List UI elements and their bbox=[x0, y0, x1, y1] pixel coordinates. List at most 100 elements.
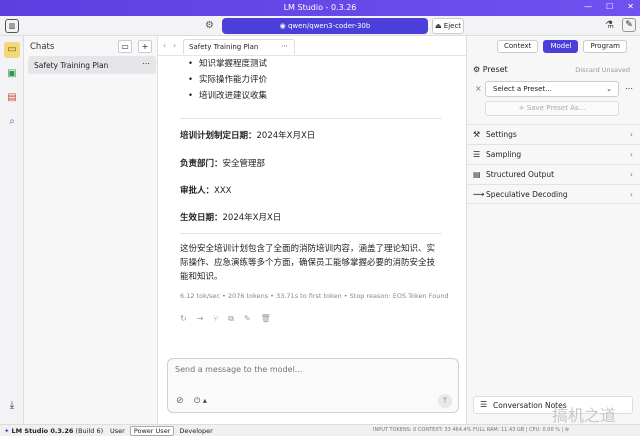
watermark: 搞机之道 bbox=[552, 406, 617, 425]
tab-label: Safety Training Plan bbox=[189, 43, 259, 51]
more-icon[interactable]: ⋯ bbox=[142, 59, 150, 68]
list-item: 实际操作能力评价 bbox=[188, 72, 267, 88]
section-sampling[interactable]: ☰ Sampling › bbox=[467, 144, 640, 164]
list-item: 知识掌握程度测试 bbox=[188, 56, 267, 72]
plugin-icon[interactable]: ⏻ ▴ bbox=[194, 396, 214, 408]
model-icon: ◉ bbox=[279, 22, 288, 30]
message-composer: ⊘ ⏻ ▴ ↑ bbox=[167, 358, 459, 413]
folder-icon[interactable]: ▤ bbox=[4, 90, 20, 106]
attach-icon[interactable]: ⊘ bbox=[176, 396, 184, 406]
section-speculative-decoding[interactable]: ⟿ Speculative Decoding › bbox=[467, 184, 640, 204]
summary-paragraph: 这份安全培训计划包含了全面的消防培训内容，涵盖了理论知识、实际操作、应急演练等多… bbox=[180, 244, 436, 282]
tab-context[interactable]: Context bbox=[497, 40, 539, 53]
tab-bar: ‹ › Safety Training Plan ⋯ bbox=[158, 36, 466, 56]
new-folder-icon[interactable]: ▭ bbox=[118, 40, 132, 53]
notes-icon: ☰ bbox=[480, 400, 488, 409]
chevron-right-icon: › bbox=[629, 150, 633, 159]
continue-icon[interactable]: → bbox=[197, 314, 204, 324]
eject-label: Eject bbox=[443, 22, 462, 30]
mode-user[interactable]: User bbox=[107, 426, 128, 436]
field-approver: 审批人：XXX bbox=[180, 184, 232, 196]
section-label: Speculative Decoding bbox=[486, 190, 568, 199]
field-value: 2024年X月X日 bbox=[256, 131, 316, 141]
field-key: 生效日期： bbox=[180, 213, 223, 223]
lmstudio-logo-icon: ✦ bbox=[4, 427, 12, 435]
field-key: 培训计划制定日期： bbox=[180, 131, 257, 141]
section-label: Structured Output bbox=[486, 170, 555, 179]
tab-safety-training-plan[interactable]: Safety Training Plan ⋯ bbox=[183, 39, 295, 54]
new-chat-button[interactable]: + bbox=[138, 40, 152, 53]
document-icon: ▤ bbox=[473, 170, 481, 179]
chats-header: Chats bbox=[30, 42, 55, 52]
chat-content: 知识掌握程度测试 实际操作能力评价 培训改进建议收集 培训计划制定日期：2024… bbox=[158, 56, 466, 354]
flask-icon[interactable]: ⚗ bbox=[605, 20, 614, 31]
gear-icon[interactable]: ⚙ bbox=[205, 20, 214, 31]
top-toolbar: ▥ ⚙ ◉ qwen/qwen3-coder-30b ⏏ Eject ⚗ ✎ bbox=[0, 16, 640, 36]
save-preset-button[interactable]: + Save Preset As... bbox=[485, 101, 619, 116]
mode-developer[interactable]: Developer bbox=[176, 426, 215, 436]
minimize-button[interactable]: — bbox=[584, 2, 592, 11]
forward-icon[interactable]: › bbox=[173, 41, 176, 50]
section-structured-output[interactable]: ▤ Structured Output › bbox=[467, 164, 640, 184]
clear-preset-icon[interactable]: × bbox=[475, 84, 482, 93]
chat-icon[interactable]: ▭ bbox=[4, 42, 20, 58]
section-label: Settings bbox=[486, 130, 517, 139]
chevron-right-icon: › bbox=[629, 130, 633, 139]
branch-icon[interactable]: ⑂ bbox=[213, 314, 218, 324]
field-department: 负责部门：安全管理部 bbox=[180, 157, 265, 169]
tab-more-icon[interactable]: ⋯ bbox=[281, 42, 288, 50]
close-button[interactable]: ✕ bbox=[627, 2, 634, 11]
back-icon[interactable]: ‹ bbox=[163, 41, 166, 50]
preset-selector: × Select a Preset... ⌄ ⋯ bbox=[473, 81, 633, 97]
right-panel: Context Model Program ⚙ Preset Discard U… bbox=[466, 36, 640, 424]
download-icon[interactable]: ⤓ bbox=[4, 398, 20, 414]
preset-icon: ⚙ bbox=[473, 65, 483, 74]
field-value: 安全管理部 bbox=[222, 159, 266, 169]
sliders-icon: ☰ bbox=[473, 150, 481, 159]
section-label: Sampling bbox=[486, 150, 522, 159]
delete-icon[interactable]: 🗑 bbox=[261, 314, 271, 324]
brand: ✦ LM Studio 0.3.26 (Build 6) bbox=[4, 427, 103, 435]
terminal-icon[interactable]: ▣ bbox=[4, 66, 20, 82]
preset-dropdown[interactable]: Select a Preset... ⌄ bbox=[485, 81, 619, 97]
list-item: 培训改进建议收集 bbox=[188, 88, 267, 104]
chat-list-item[interactable]: Safety Training Plan ⋯ bbox=[28, 56, 156, 74]
field-key: 负责部门： bbox=[180, 159, 223, 169]
chats-panel: Chats ▭ + Safety Training Plan ⋯ bbox=[24, 36, 158, 424]
system-stats: INPUT TOKENS: 0 CONTEXT: 33 464.4% FULL … bbox=[373, 427, 570, 433]
edit-icon[interactable]: ✎ bbox=[244, 314, 251, 324]
regenerate-icon[interactable]: ↻ bbox=[180, 314, 187, 324]
tab-program[interactable]: Program bbox=[583, 40, 628, 53]
section-settings[interactable]: ⚒ Settings › bbox=[467, 124, 640, 144]
window-title: LM Studio - 0.3.26 bbox=[283, 3, 357, 12]
chevron-right-icon: › bbox=[629, 190, 633, 199]
mode-switcher: User Power User Developer bbox=[107, 426, 216, 436]
sidebar-toggle-icon[interactable]: ▥ bbox=[5, 19, 19, 33]
message-actions: ↻ → ⑂ ⧉ ✎ 🗑 bbox=[180, 314, 271, 324]
divider bbox=[180, 233, 442, 234]
discard-unsaved-button[interactable]: Discard Unsaved bbox=[575, 66, 630, 74]
message-input[interactable] bbox=[175, 365, 435, 374]
model-selector[interactable]: ◉ qwen/qwen3-coder-30b bbox=[222, 18, 428, 34]
tab-model[interactable]: Model bbox=[543, 40, 579, 53]
divider bbox=[180, 118, 442, 119]
chevron-down-icon: ⌄ bbox=[606, 85, 612, 93]
chat-item-label: Safety Training Plan bbox=[34, 61, 109, 70]
build-number: (Build 6) bbox=[75, 427, 104, 435]
maximize-button[interactable]: ☐ bbox=[606, 2, 613, 11]
search-icon[interactable]: ⌕ bbox=[4, 114, 20, 130]
status-bar: ✦ LM Studio 0.3.26 (Build 6) User Power … bbox=[0, 424, 640, 436]
title-bar: LM Studio - 0.3.26 — ☐ ✕ bbox=[0, 0, 640, 16]
eject-button[interactable]: ⏏ Eject bbox=[432, 18, 464, 34]
chevron-right-icon: › bbox=[629, 170, 633, 179]
preset-more-icon[interactable]: ⋯ bbox=[625, 84, 633, 93]
panel-tabs: Context Model Program bbox=[497, 40, 628, 53]
app-version: LM Studio 0.3.26 bbox=[11, 427, 74, 435]
edit-icon[interactable]: ✎ bbox=[622, 18, 636, 32]
bullet-list: 知识掌握程度测试 实际操作能力评价 培训改进建议收集 bbox=[188, 56, 267, 104]
send-button[interactable]: ↑ bbox=[438, 394, 452, 408]
copy-icon[interactable]: ⧉ bbox=[228, 314, 234, 324]
mode-power-user[interactable]: Power User bbox=[129, 426, 175, 436]
left-rail: ▭ ▣ ▤ ⌕ ⤓ bbox=[0, 36, 24, 424]
field-value: 2024年X月X日 bbox=[222, 213, 282, 223]
